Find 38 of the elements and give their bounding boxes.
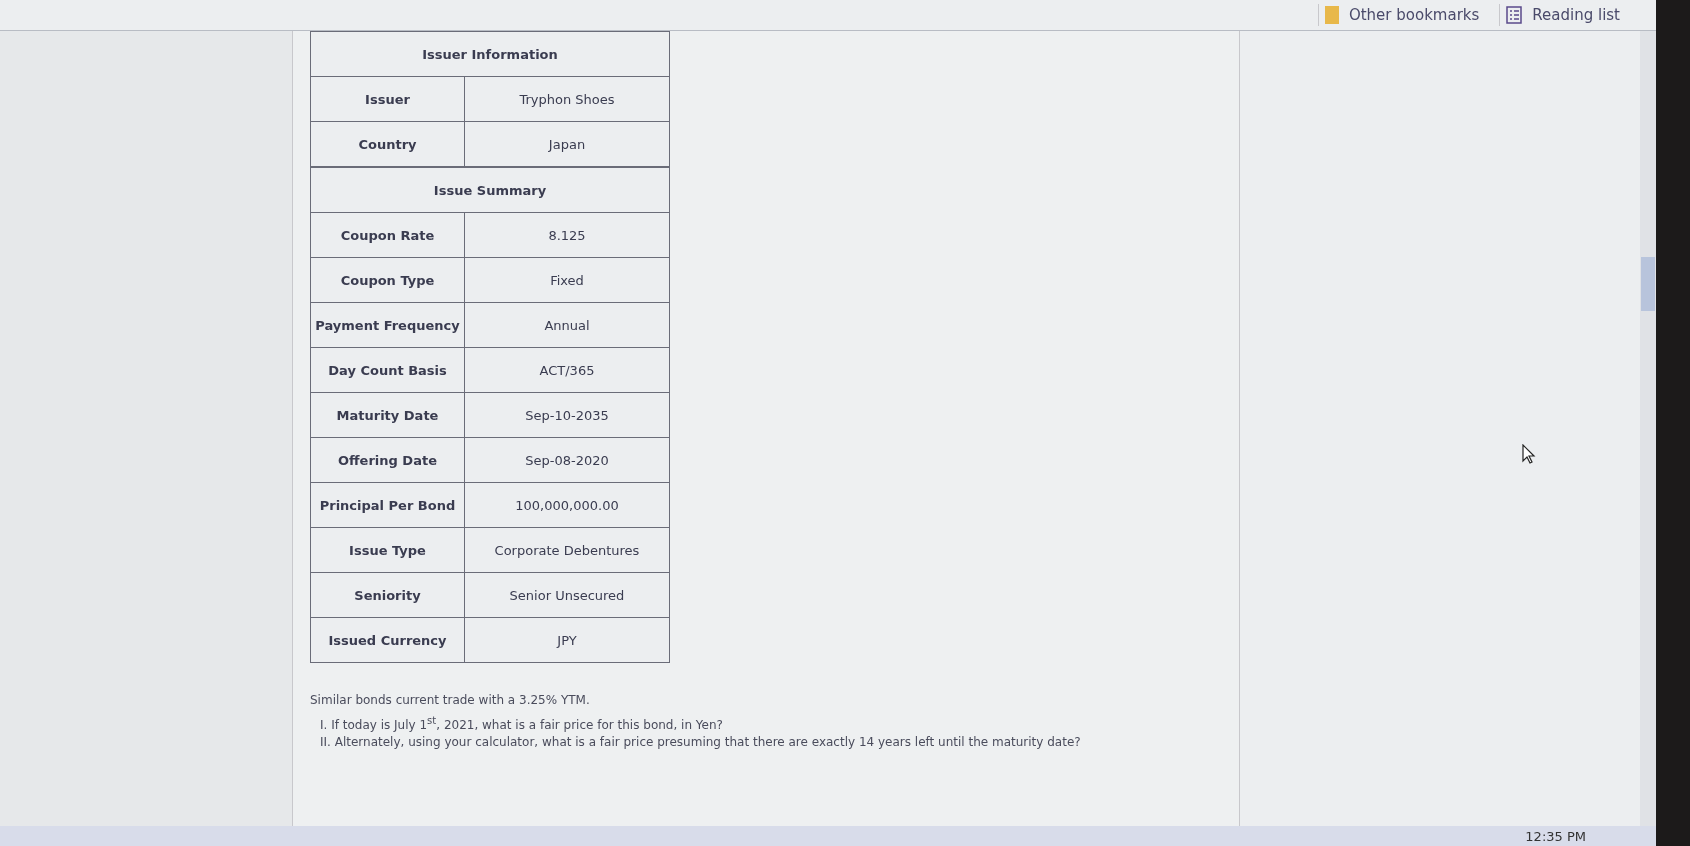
list-icon bbox=[1506, 6, 1523, 24]
bookmark-item[interactable]: Other bookmarks bbox=[1317, 4, 1486, 26]
folder-icon bbox=[1324, 6, 1339, 24]
table-cell: Annual bbox=[464, 302, 670, 348]
table-cell: Issued Currency bbox=[310, 617, 465, 663]
question-item: II. Alternately, using your calculator, what is a fair price presuming that there are exactly 14 years left until the maturity date? bbox=[320, 735, 1082, 749]
table-cell: Sep-10-2035 bbox=[464, 392, 670, 438]
table-cell: Seniority bbox=[310, 572, 465, 618]
table-cell: Payment Frequency bbox=[310, 302, 465, 348]
table-cell: Fixed bbox=[464, 257, 670, 303]
table-cell: Country bbox=[310, 121, 465, 167]
question-text: Similar bonds current trade with a 3.25% YTM. bbox=[310, 693, 591, 707]
table-cell: Japan bbox=[464, 121, 670, 167]
table-cell: Coupon Type bbox=[310, 257, 465, 303]
table-cell: Sep-08-2020 bbox=[464, 437, 670, 483]
table-cell: Senior Unsecured bbox=[464, 572, 670, 618]
question-item: I. If today is July 1$^{st}$, 2021, what is a fair price for this bond, in Yen? bbox=[320, 715, 724, 732]
bookmark-label: Reading list bbox=[1532, 6, 1620, 24]
table-cell: Maturity Date bbox=[310, 392, 465, 438]
table-cell: Offering Date bbox=[310, 437, 465, 483]
table-cell: JPY bbox=[464, 617, 670, 663]
table-cell: Tryphon Shoes bbox=[464, 76, 670, 122]
table-cell: Day Count Basis bbox=[310, 347, 465, 393]
table-heading: Issue Summary bbox=[310, 167, 670, 213]
table-cell: Issuer bbox=[310, 76, 465, 122]
table-cell: ACT/365 bbox=[464, 347, 670, 393]
scrollbar-thumb[interactable] bbox=[1641, 257, 1655, 311]
table-heading: Issuer Information bbox=[310, 31, 670, 77]
bookmark-label: Other bookmarks bbox=[1348, 6, 1480, 24]
cursor-icon bbox=[1522, 444, 1536, 464]
clock: 12:35 PM bbox=[1525, 828, 1586, 844]
table-cell: Issue Type bbox=[310, 527, 465, 573]
table-cell: 8.125 bbox=[464, 212, 670, 258]
bookmark-item[interactable]: Reading list bbox=[1499, 4, 1626, 26]
table-cell: Coupon Rate bbox=[310, 212, 465, 258]
table-cell: 100,000,000.00 bbox=[464, 482, 670, 528]
table-cell: Corporate Debentures bbox=[464, 527, 670, 573]
table-cell: Principal Per Bond bbox=[310, 482, 465, 528]
